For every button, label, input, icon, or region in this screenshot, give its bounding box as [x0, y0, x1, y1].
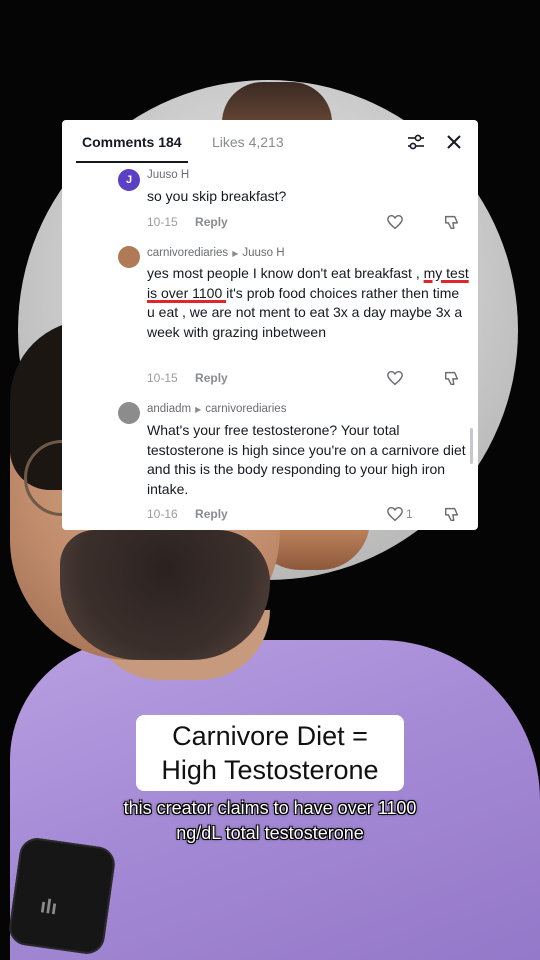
- mic-logo: ılı: [38, 895, 59, 920]
- heart-icon[interactable]: [386, 213, 404, 231]
- comment-author-line: carnivorediaries ▶ Juuso H: [147, 247, 285, 259]
- active-tab-indicator: [76, 161, 188, 163]
- comment-date: 10-15: [147, 371, 178, 385]
- comment-author[interactable]: carnivorediaries: [147, 247, 228, 259]
- caption-title-box: Carnivore Diet = High Testosterone: [136, 715, 404, 791]
- avatar[interactable]: [118, 246, 140, 268]
- tab-likes[interactable]: Likes 4,213: [212, 134, 284, 150]
- comments-tabs: Comments 184 Likes 4,213: [62, 120, 478, 164]
- comment-meta: 10-15 Reply: [147, 371, 228, 385]
- close-icon[interactable]: [444, 132, 464, 152]
- reply-arrow-icon: ▶: [232, 249, 239, 258]
- filter-sliders-icon[interactable]: [406, 132, 426, 152]
- avatar[interactable]: [118, 402, 140, 424]
- dislike-icon[interactable]: [443, 369, 461, 387]
- dislike-icon[interactable]: [443, 213, 461, 231]
- heart-icon[interactable]: [386, 505, 404, 523]
- reply-to-author[interactable]: Juuso H: [242, 247, 284, 259]
- comment-meta: 10-16 Reply: [147, 507, 228, 521]
- comment-author-line: Juuso H: [147, 169, 189, 181]
- comments-panel: Comments 184 Likes 4,213 J Juuso H so yo…: [62, 120, 478, 530]
- panel-scrollbar[interactable]: [470, 428, 473, 464]
- comment-author[interactable]: Juuso H: [147, 169, 189, 181]
- comment-text: so you skip breakfast?: [147, 188, 287, 204]
- comment-author[interactable]: andiadm: [147, 403, 191, 415]
- like-count: 1: [406, 507, 413, 521]
- reply-button[interactable]: Reply: [195, 215, 228, 229]
- avatar-letter: J: [125, 174, 133, 186]
- caption-title-line-1: Carnivore Diet =: [172, 721, 368, 751]
- heart-icon[interactable]: [386, 369, 404, 387]
- comment-text: yes most people I know don't eat breakfa…: [147, 264, 469, 342]
- presenter-beard: [60, 530, 270, 660]
- dislike-icon[interactable]: [443, 505, 461, 523]
- tab-comments[interactable]: Comments 184: [82, 134, 182, 150]
- reply-button[interactable]: Reply: [195, 507, 228, 521]
- comment-date: 10-15: [147, 215, 178, 229]
- avatar[interactable]: J: [118, 169, 140, 191]
- caption-title-line-2: High Testosterone: [161, 755, 379, 785]
- comment-author-line: andiadm ▶ carnivorediaries: [147, 403, 286, 415]
- reply-to-author[interactable]: carnivorediaries: [205, 403, 286, 415]
- reply-button[interactable]: Reply: [195, 371, 228, 385]
- caption-subtitle: this creator claims to have over 1100 ng…: [123, 798, 417, 843]
- lavalier-mic: ılı: [6, 835, 118, 957]
- reply-arrow-icon: ▶: [195, 405, 202, 414]
- comment-text: What's your free testosterone? Your tota…: [147, 422, 466, 497]
- comment-text-part: yes most people I know don't eat breakfa…: [147, 265, 424, 281]
- comment-meta: 10-15 Reply: [147, 215, 228, 229]
- comment-date: 10-16: [147, 507, 178, 521]
